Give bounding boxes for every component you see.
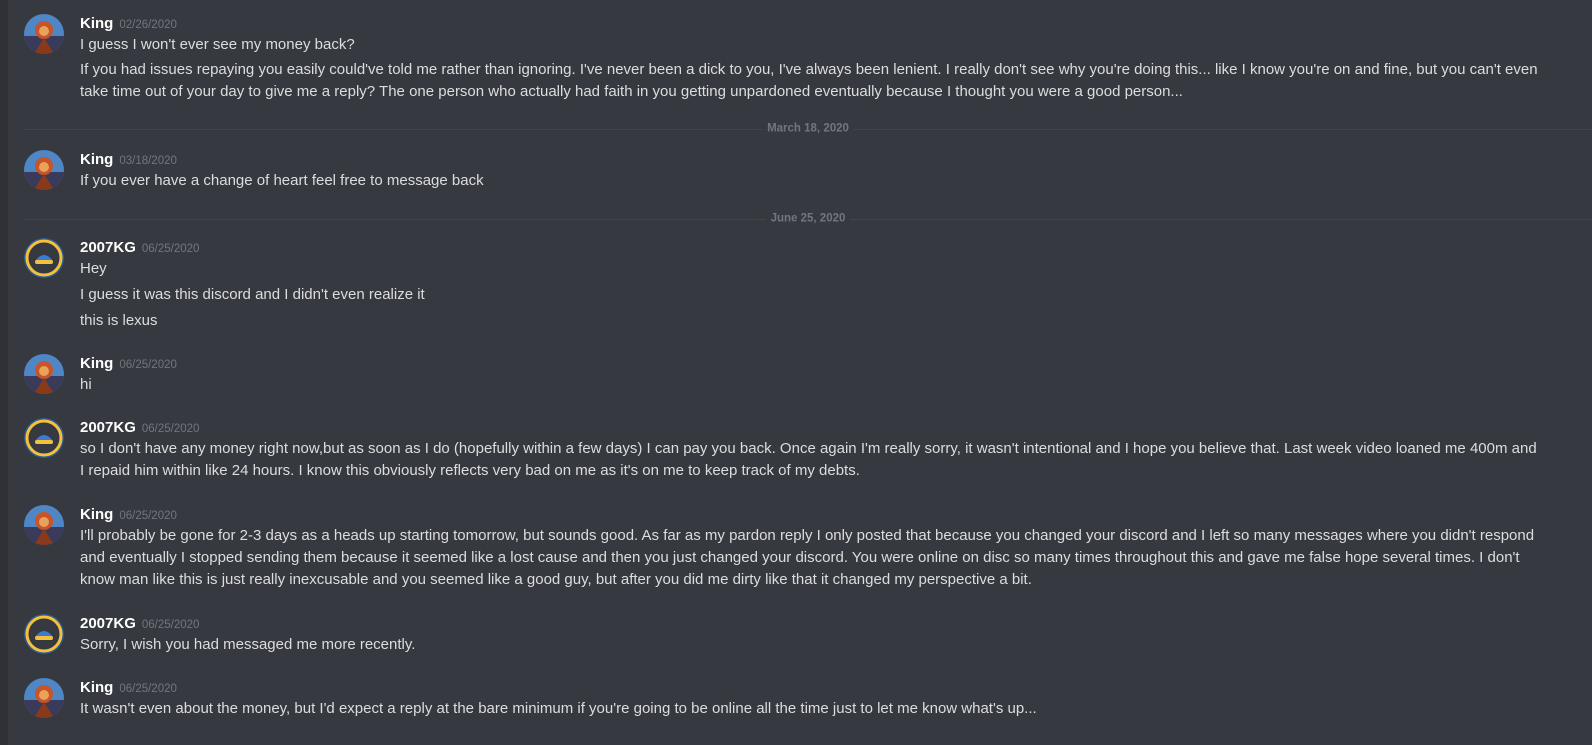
username-king[interactable]: King bbox=[80, 679, 113, 696]
message-timestamp: 06/25/2020 bbox=[119, 683, 177, 695]
message-text: I guess I won't ever see my money back? bbox=[80, 36, 355, 53]
username-2007kg[interactable]: 2007KG bbox=[80, 419, 136, 436]
message-timestamp: 06/25/2020 bbox=[119, 359, 177, 371]
date-divider: June 25, 2020 bbox=[24, 212, 1592, 226]
message-text: If you ever have a change of heart feel … bbox=[80, 172, 484, 189]
message-timestamp: 06/25/2020 bbox=[141, 243, 200, 255]
message-timestamp: 06/25/2020 bbox=[141, 619, 200, 631]
lion-icon bbox=[24, 678, 64, 718]
lion-icon bbox=[24, 14, 64, 54]
message-text: hi bbox=[80, 376, 92, 393]
avatar-2007kg[interactable] bbox=[24, 418, 64, 458]
username-king[interactable]: King bbox=[80, 506, 113, 523]
username-king[interactable]: King bbox=[80, 15, 113, 32]
username-king[interactable]: King bbox=[80, 355, 113, 372]
avatar-king[interactable] bbox=[24, 678, 64, 718]
message-timestamp: 03/18/2020 bbox=[119, 155, 177, 167]
username-2007kg[interactable]: 2007KG bbox=[80, 615, 136, 632]
avatar-2007kg[interactable] bbox=[24, 238, 64, 278]
server-sidebar-edge bbox=[0, 0, 8, 745]
helmet-icon bbox=[24, 418, 64, 458]
message-text: Hey bbox=[80, 260, 107, 277]
message-text: Sorry, I wish you had messaged me more r… bbox=[80, 636, 416, 653]
date-divider: March 18, 2020 bbox=[24, 122, 1592, 136]
message-text: If you had issues repaying you easily co… bbox=[80, 61, 1538, 100]
username-king[interactable]: King bbox=[80, 151, 113, 168]
helmet-icon bbox=[24, 238, 64, 278]
date-divider-label: March 18, 2020 bbox=[763, 122, 853, 136]
lion-icon bbox=[24, 150, 64, 190]
message-text: It wasn't even about the money, but I'd … bbox=[80, 700, 1037, 717]
avatar-king[interactable] bbox=[24, 14, 64, 54]
date-divider-label: June 25, 2020 bbox=[766, 212, 850, 226]
message-timestamp: 06/25/2020 bbox=[119, 510, 177, 522]
message-text: so I don't have any money right now,but … bbox=[80, 440, 1537, 479]
lion-icon bbox=[24, 354, 64, 394]
username-2007kg[interactable]: 2007KG bbox=[80, 239, 136, 256]
message-timestamp: 02/26/2020 bbox=[119, 19, 177, 31]
message-text: I guess it was this discord and I didn't… bbox=[80, 286, 425, 303]
helmet-icon bbox=[24, 614, 64, 654]
avatar-king[interactable] bbox=[24, 150, 64, 190]
lion-icon bbox=[24, 505, 64, 545]
avatar-king[interactable] bbox=[24, 505, 64, 545]
message-text: I'll probably be gone for 2-3 days as a … bbox=[80, 527, 1535, 588]
message-text: this is lexus bbox=[80, 312, 158, 329]
avatar-2007kg[interactable] bbox=[24, 614, 64, 654]
message-timestamp: 06/25/2020 bbox=[141, 423, 200, 435]
chat-messages-area[interactable]: King 02/26/2020 I guess I won't ever see … bbox=[8, 0, 1592, 745]
avatar-king[interactable] bbox=[24, 354, 64, 394]
